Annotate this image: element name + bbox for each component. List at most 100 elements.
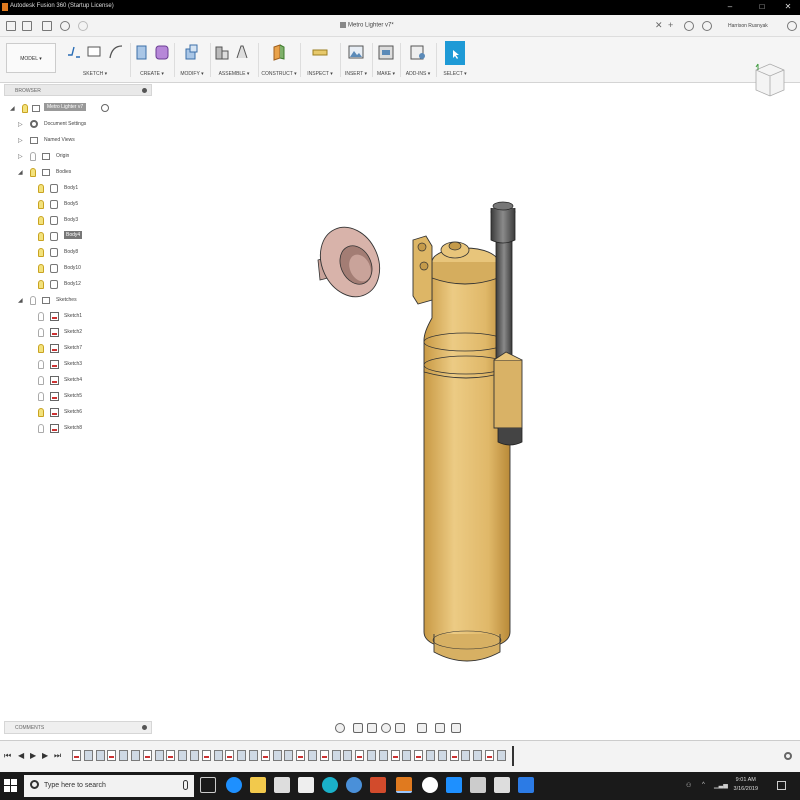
- notifications-icon[interactable]: [702, 21, 712, 31]
- timeline-feature-icon[interactable]: [496, 750, 506, 761]
- timeline-sketch-icon[interactable]: [355, 750, 365, 761]
- timeline-feature-icon[interactable]: [190, 750, 199, 761]
- tree-root[interactable]: ◢ Metro Lighter v7: [4, 102, 152, 116]
- timeline-sketch-icon[interactable]: [390, 750, 400, 761]
- make-group[interactable]: MAKE ▾: [374, 39, 398, 81]
- expand-arrow-icon[interactable]: ▷: [18, 137, 23, 144]
- people-icon[interactable]: ⚇: [686, 782, 691, 789]
- tree-sketch[interactable]: Sketch5: [4, 390, 152, 404]
- document-tab[interactable]: Metro Lighter v7*: [340, 22, 394, 29]
- tree-body[interactable]: Body1: [4, 182, 152, 196]
- offset-plane-icon[interactable]: [271, 43, 287, 61]
- visibility-bulb-icon[interactable]: [30, 168, 36, 177]
- tree-document-settings[interactable]: ▷ Document Settings: [4, 118, 152, 132]
- grid-menu-icon[interactable]: [6, 21, 16, 31]
- timeline-sketch-icon[interactable]: [296, 750, 306, 761]
- timeline-feature-icon[interactable]: [119, 750, 129, 761]
- grid-settings-icon[interactable]: [435, 723, 445, 733]
- activate-radio-icon[interactable]: [101, 104, 109, 112]
- timeline-feature-icon[interactable]: [461, 750, 471, 761]
- select-group[interactable]: SELECT ▾: [438, 39, 472, 81]
- timeline-feature-icon[interactable]: [272, 750, 282, 761]
- timeline-feature-icon[interactable]: [131, 750, 140, 761]
- user-account[interactable]: Harrison Rusnyak: [728, 23, 768, 29]
- visibility-bulb-icon[interactable]: [38, 328, 44, 337]
- scripts-addins-icon[interactable]: [410, 43, 426, 61]
- timeline-sketch-icon[interactable]: [107, 750, 117, 761]
- tree-body[interactable]: Body3: [4, 214, 152, 228]
- timeline-sketch-icon[interactable]: [142, 750, 152, 761]
- collapse-arrow-icon[interactable]: ◢: [10, 105, 15, 112]
- timeline-sketch-icon[interactable]: [319, 750, 329, 761]
- timeline-settings-icon[interactable]: [784, 752, 792, 760]
- press-pull-icon[interactable]: [184, 43, 200, 61]
- new-tab-icon[interactable]: +: [668, 20, 673, 30]
- insert-group[interactable]: INSERT ▾: [342, 39, 370, 81]
- timeline-sketch-icon[interactable]: [72, 750, 81, 761]
- expand-arrow-icon[interactable]: ▷: [18, 121, 23, 128]
- timeline-start-icon[interactable]: ⏮: [4, 751, 11, 761]
- sketch-line-icon[interactable]: [66, 43, 82, 61]
- tree-body[interactable]: Body12: [4, 278, 152, 292]
- visibility-bulb-icon[interactable]: [38, 280, 44, 289]
- 3d-print-icon[interactable]: [378, 43, 394, 61]
- orbit-icon[interactable]: [335, 723, 345, 733]
- tree-body-selected[interactable]: Body4: [4, 230, 152, 244]
- edge-browser-icon[interactable]: [226, 777, 242, 793]
- xbox-icon[interactable]: [422, 777, 438, 793]
- striker-rod-model[interactable]: [490, 201, 523, 446]
- visibility-bulb-icon[interactable]: [38, 360, 44, 369]
- app-icon[interactable]: [518, 777, 534, 793]
- browser-header[interactable]: BROWSER: [4, 84, 152, 96]
- new-component-icon[interactable]: [214, 43, 230, 61]
- taskbar-search[interactable]: Type here to search: [24, 775, 194, 797]
- visibility-bulb-icon[interactable]: [38, 232, 44, 241]
- timeline-feature-icon[interactable]: [378, 750, 388, 761]
- timeline-feature-icon[interactable]: [308, 750, 317, 761]
- visibility-bulb-icon[interactable]: [30, 296, 36, 305]
- action-center-icon[interactable]: [777, 781, 786, 790]
- visibility-bulb-icon[interactable]: [38, 248, 44, 257]
- timeline-feature-icon[interactable]: [237, 750, 247, 761]
- construct-group[interactable]: CONSTRUCT ▾: [260, 39, 298, 81]
- maximize-button[interactable]: □: [752, 2, 772, 13]
- visibility-bulb-icon[interactable]: [38, 344, 44, 353]
- visibility-bulb-icon[interactable]: [38, 376, 44, 385]
- collapse-arrow-icon[interactable]: ◢: [18, 297, 23, 304]
- tree-sketch[interactable]: Sketch1: [4, 310, 152, 324]
- fit-icon[interactable]: [395, 723, 405, 733]
- microphone-icon[interactable]: [183, 780, 188, 790]
- timeline-end-icon[interactable]: ⏭: [54, 751, 61, 761]
- zoom-icon[interactable]: [381, 723, 391, 733]
- task-view-icon[interactable]: [200, 777, 216, 793]
- timeline-feature-icon[interactable]: [473, 750, 483, 761]
- tree-named-views[interactable]: ▷ Named Views: [4, 134, 152, 148]
- visibility-bulb-icon[interactable]: [38, 184, 44, 193]
- store-icon[interactable]: [274, 777, 290, 793]
- sketch-rectangle-icon[interactable]: [86, 43, 102, 61]
- visibility-bulb-icon[interactable]: [38, 392, 44, 401]
- save-icon[interactable]: [42, 21, 52, 31]
- lighter-body-model[interactable]: [412, 235, 511, 662]
- tree-body[interactable]: Body10: [4, 262, 152, 276]
- timeline-feature-icon[interactable]: [331, 750, 341, 761]
- tree-sketch[interactable]: Sketch6: [4, 406, 152, 420]
- minimize-button[interactable]: –: [720, 2, 740, 13]
- timeline-sketch-icon[interactable]: [414, 750, 424, 761]
- insert-image-icon[interactable]: [348, 43, 364, 61]
- tree-bodies[interactable]: ◢ Bodies: [4, 166, 152, 180]
- timeline-sketch-icon[interactable]: [260, 750, 270, 761]
- app-icon[interactable]: [446, 777, 462, 793]
- timeline-feature-icon[interactable]: [154, 750, 164, 761]
- close-tab-icon[interactable]: ✕: [655, 20, 663, 31]
- tree-sketch[interactable]: Sketch4: [4, 374, 152, 388]
- extrude-icon[interactable]: [134, 43, 150, 61]
- pan-icon[interactable]: [367, 723, 377, 733]
- timeline-feature-icon[interactable]: [83, 750, 93, 761]
- job-status-icon[interactable]: [684, 21, 694, 31]
- timeline-sketch-icon[interactable]: [201, 750, 211, 761]
- tree-sketch[interactable]: Sketch7: [4, 342, 152, 356]
- calculator-icon[interactable]: [494, 777, 510, 793]
- collapse-arrow-icon[interactable]: ◢: [18, 169, 23, 176]
- tree-sketches[interactable]: ◢ Sketches: [4, 294, 152, 308]
